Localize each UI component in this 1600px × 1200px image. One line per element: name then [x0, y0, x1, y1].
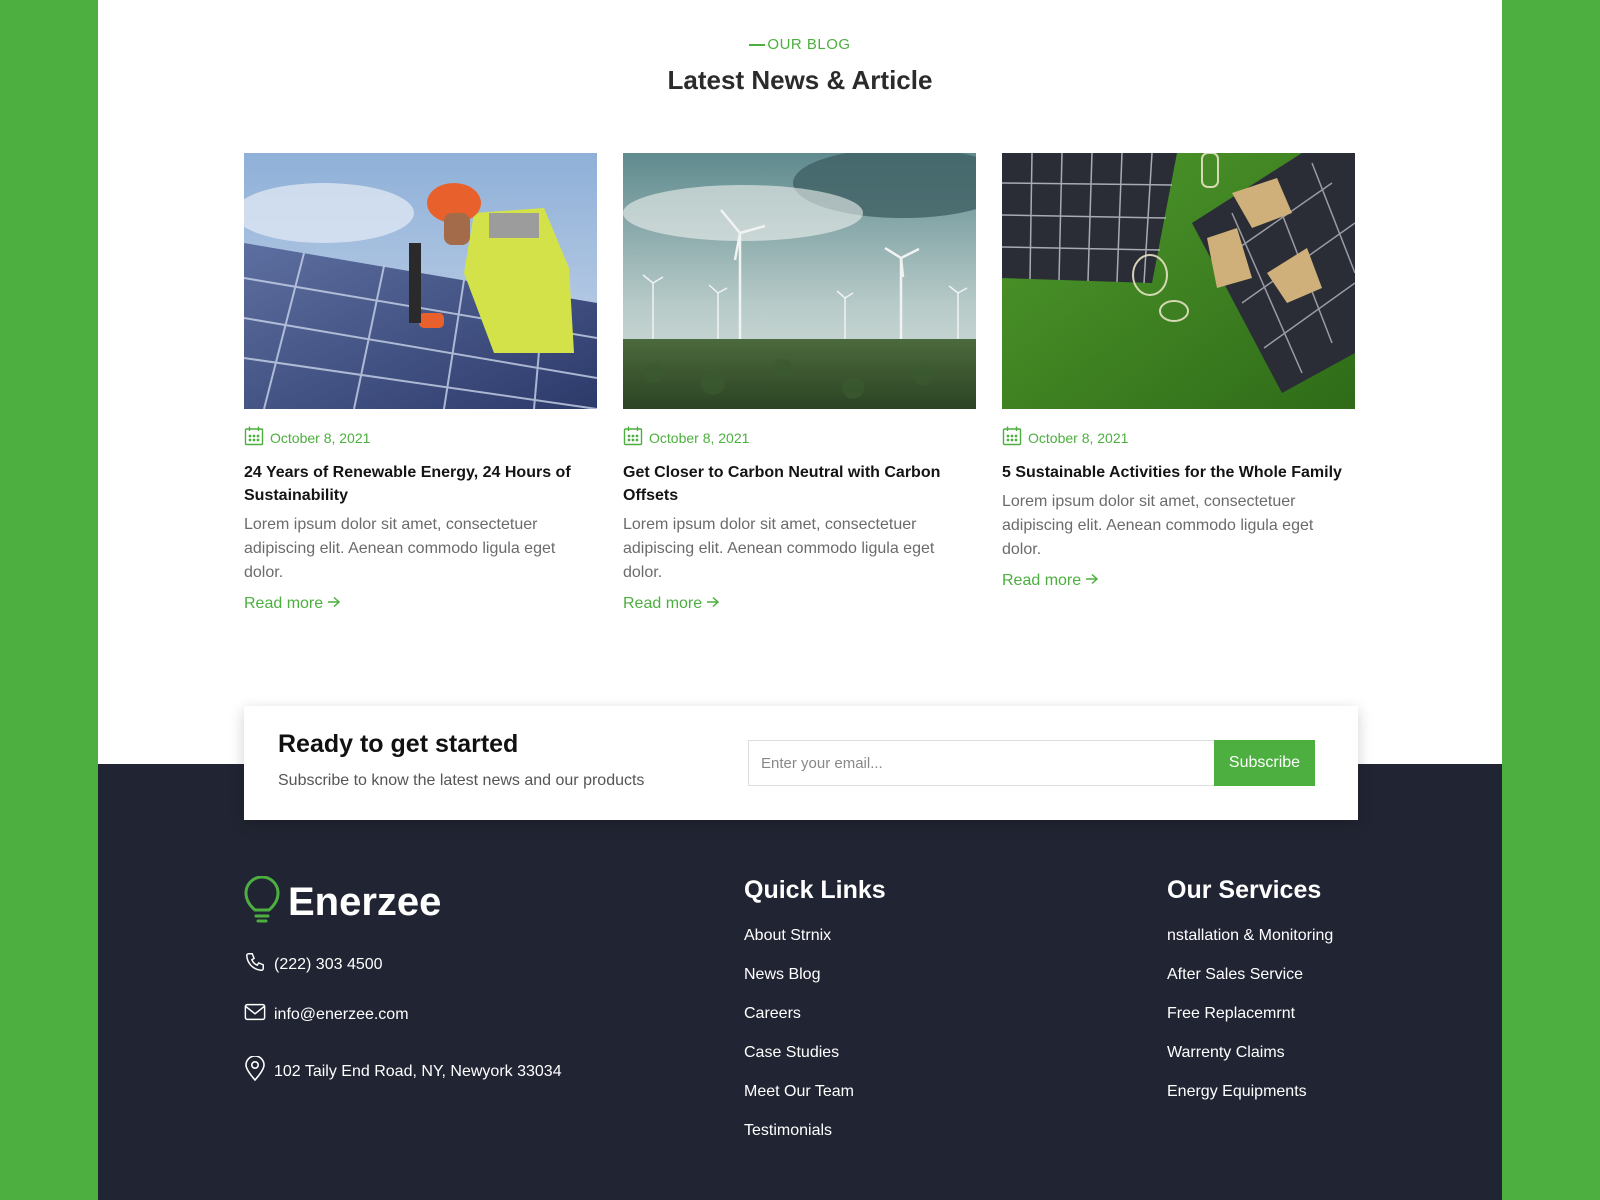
brand-name: Enerzee: [288, 880, 442, 924]
solar-recycle-illustration: [1002, 153, 1355, 409]
contact-email[interactable]: info@enerzee.com: [244, 1002, 409, 1027]
read-more-label: Read more: [1002, 572, 1082, 589]
arrow-right-icon: [1085, 572, 1099, 590]
footer-link-news-blog[interactable]: News Blog: [744, 966, 820, 984]
calendar-icon: [623, 426, 643, 451]
street-address: 102 Taily End Road, NY, Newyork 33034: [274, 1062, 562, 1080]
post-date: October 8, 2021: [1028, 430, 1129, 446]
eyebrow-text: OUR BLOG: [767, 36, 851, 53]
post-meta: October 8, 2021: [1002, 426, 1355, 451]
arrow-right-icon: [327, 595, 341, 613]
email-address: info@enerzee.com: [274, 1005, 409, 1023]
post-image-solar-worker[interactable]: [244, 153, 597, 409]
section-title: Latest News & Article: [667, 65, 933, 95]
footer-link-careers[interactable]: Careers: [744, 1005, 801, 1023]
calendar-icon: [244, 426, 264, 451]
email-input[interactable]: [748, 740, 1215, 786]
read-more-label: Read more: [623, 595, 703, 612]
blog-card: October 8, 2021 5 Sustainable Activities…: [1002, 153, 1355, 590]
services-title: Our Services: [1167, 876, 1322, 904]
calendar-icon: [1002, 426, 1022, 451]
footer-link-meet-team[interactable]: Meet Our Team: [744, 1083, 854, 1101]
blog-section-header: OUR BLOG Latest News & Article: [98, 36, 1502, 96]
post-image-wind-turbines[interactable]: [623, 153, 976, 409]
post-title[interactable]: Get Closer to Carbon Neutral with Carbon…: [623, 461, 976, 507]
eyebrow-dash: [749, 44, 766, 47]
footer-link-case-studies[interactable]: Case Studies: [744, 1044, 839, 1062]
footer-service-replacement[interactable]: Free Replacemrnt: [1167, 1005, 1295, 1023]
newsletter-box: Ready to get started Subscribe to know t…: [244, 706, 1358, 820]
lightbulb-logo-icon: [244, 875, 280, 929]
contact-phone[interactable]: (222) 303 4500: [244, 951, 383, 978]
newsletter-title: Ready to get started: [278, 730, 519, 758]
post-excerpt: Lorem ipsum dolor sit amet, consectetuer…: [623, 516, 935, 581]
contact-address: 102 Taily End Road, NY, Newyork 33034: [244, 1055, 562, 1087]
footer-link-testimonials[interactable]: Testimonials: [744, 1122, 832, 1140]
section-eyebrow: OUR BLOG: [98, 36, 1502, 53]
blog-card: October 8, 2021 Get Closer to Carbon Neu…: [623, 153, 976, 613]
footer-link-about[interactable]: About Strnix: [744, 927, 831, 945]
post-meta: October 8, 2021: [244, 426, 597, 451]
post-title[interactable]: 24 Years of Renewable Energy, 24 Hours o…: [244, 461, 597, 507]
footer-service-equipments[interactable]: Energy Equipments: [1167, 1083, 1307, 1101]
footer-service-warranty[interactable]: Warrenty Claims: [1167, 1044, 1285, 1062]
subscribe-button[interactable]: Subscribe: [1214, 740, 1315, 786]
footer-service-after-sales[interactable]: After Sales Service: [1167, 966, 1303, 984]
quick-links-title: Quick Links: [744, 876, 886, 904]
page: OUR BLOG Latest News & Article October 8…: [98, 0, 1502, 1200]
footer-service-installation[interactable]: nstallation & Monitoring: [1167, 927, 1333, 945]
read-more-link[interactable]: Read more: [623, 595, 720, 613]
post-meta: October 8, 2021: [623, 426, 976, 451]
mail-icon: [244, 1002, 266, 1027]
arrow-right-icon: [706, 595, 720, 613]
newsletter-subtitle: Subscribe to know the latest news and ou…: [278, 772, 645, 789]
read-more-label: Read more: [244, 595, 324, 612]
post-excerpt: Lorem ipsum dolor sit amet, consectetuer…: [1002, 493, 1314, 558]
footer-brand[interactable]: Enerzee: [244, 875, 442, 929]
post-image-solar-panels-recycle[interactable]: [1002, 153, 1355, 409]
post-title[interactable]: 5 Sustainable Activities for the Whole F…: [1002, 461, 1355, 484]
post-date: October 8, 2021: [649, 430, 750, 446]
post-date: October 8, 2021: [270, 430, 371, 446]
read-more-link[interactable]: Read more: [1002, 572, 1099, 590]
read-more-link[interactable]: Read more: [244, 595, 341, 613]
location-pin-icon: [244, 1055, 266, 1087]
wind-turbines-illustration: [623, 153, 976, 409]
blog-card: October 8, 2021 24 Years of Renewable En…: [244, 153, 597, 613]
phone-icon: [244, 951, 266, 978]
post-excerpt: Lorem ipsum dolor sit amet, consectetuer…: [244, 516, 556, 581]
phone-number: (222) 303 4500: [274, 955, 383, 973]
solar-worker-illustration: [244, 153, 597, 409]
